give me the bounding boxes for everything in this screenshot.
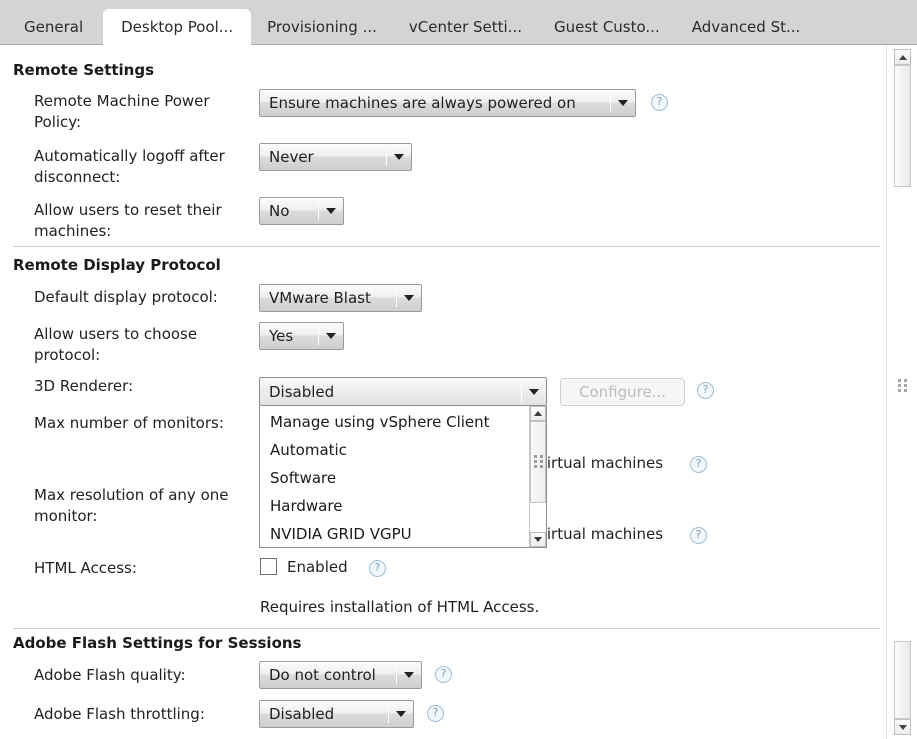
label-default-display-protocol: Default display protocol: [34,288,218,306]
combo-default-display-protocol[interactable]: VMware Blast [259,284,422,312]
checkbox-html-access-enabled[interactable] [260,558,277,575]
tab-bar: General Desktop Pool... Provisioning ...… [0,0,917,46]
tab-list: General Desktop Pool... Provisioning ...… [0,0,817,46]
combo-3d-renderer-value: Disabled [269,382,335,401]
tab-provisioning-settings-label: Provisioning ... [267,18,377,36]
label-3d-renderer: 3D Renderer: [34,377,134,395]
text-max-resolution-suffix: virtual machines [538,525,664,543]
combo-adobe-flash-throttling-value: Disabled [269,705,335,723]
scroll-down-arrow-icon[interactable] [530,532,546,547]
label-allow-users-to-choose-protocol: Allow users to choose protocol: [34,325,198,364]
section-title-remote-settings: Remote Settings [13,61,155,79]
label-html-access-enabled: Enabled [287,558,348,576]
text-max-monitors-suffix: virtual machines [538,454,664,472]
combo-3d-renderer[interactable]: Disabled [259,377,547,406]
label-max-resolution-of-any-one-monitor: Max resolution of any one monitor: [34,486,229,525]
main-vertical-scrollbar[interactable] [886,45,917,739]
help-icon-html-access[interactable]: ? [369,560,386,577]
section-title-remote-display-protocol: Remote Display Protocol [13,256,221,274]
combo-remote-machine-power-policy[interactable]: Ensure machines are always powered on [259,89,636,117]
tab-general-label: General [24,18,84,36]
scroll-up-arrow-icon[interactable] [530,406,546,421]
combo-allow-users-to-choose-protocol[interactable]: Yes [259,322,344,350]
chevron-down-icon[interactable] [522,378,546,405]
help-icon-max-resolution[interactable]: ? [690,527,707,544]
main-scroll-thumb[interactable] [894,65,911,187]
scroll-down-arrow-icon[interactable] [894,719,911,735]
tab-desktop-pool-settings-label: Desktop Pool... [121,18,234,36]
combo-remote-machine-power-policy-value: Ensure machines are always powered on [269,94,576,112]
dropdown-option-automatic[interactable]: Automatic [260,436,529,464]
dropdown-options: Manage using vSphere Client Automatic So… [260,406,529,547]
help-icon-adobe-flash-throttling[interactable]: ? [427,705,444,722]
tab-advanced-storage-label: Advanced St... [691,18,801,36]
splitter-grip-icon-inner[interactable] [534,455,543,471]
chevron-down-icon[interactable] [397,662,421,688]
chevron-down-icon[interactable] [611,90,635,116]
help-icon-power-policy[interactable]: ? [651,94,668,111]
dropdown-option-nvidia-grid-vgpu[interactable]: NVIDIA GRID VGPU [260,520,529,548]
label-max-number-of-monitors: Max number of monitors: [34,414,224,432]
label-automatically-logoff-after-disconnect: Automatically logoff after disconnect: [34,147,225,186]
section-divider-1 [13,246,880,247]
chevron-down-icon[interactable] [387,144,411,170]
chevron-down-icon[interactable] [319,323,343,349]
text-html-access-note: Requires installation of HTML Access. [260,598,540,616]
help-icon-max-monitors[interactable]: ? [690,456,707,473]
dropdown-scrollbar[interactable] [529,406,546,547]
combo-default-display-protocol-value: VMware Blast [269,289,371,307]
combo-automatically-logoff[interactable]: Never [259,143,412,171]
label-adobe-flash-throttling: Adobe Flash throttling: [34,705,205,723]
main-scroll-thumb-lower[interactable] [894,641,911,719]
label-allow-users-to-reset-machines: Allow users to reset their machines: [34,201,222,240]
tab-vcenter-settings-label: vCenter Setti... [408,18,522,36]
combo-adobe-flash-quality[interactable]: Do not control [259,661,422,689]
tab-vcenter-settings[interactable]: vCenter Setti... [393,10,538,45]
dropdown-list-3d-renderer[interactable]: Manage using vSphere Client Automatic So… [259,406,547,548]
tab-guest-customization-label: Guest Custo... [554,18,660,36]
combo-adobe-flash-quality-value: Do not control [269,666,376,684]
dropdown-option-hardware[interactable]: Hardware [260,492,529,520]
section-title-adobe-flash-settings: Adobe Flash Settings for Sessions [13,634,302,652]
label-remote-machine-power-policy: Remote Machine Power Policy: [34,92,210,131]
tab-desktop-pool-settings[interactable]: Desktop Pool... [103,10,252,46]
combo-adobe-flash-throttling[interactable]: Disabled [259,700,414,728]
section-divider-2 [13,628,880,629]
chevron-down-icon[interactable] [319,198,343,224]
combo-automatically-logoff-value: Never [269,148,314,166]
scroll-up-arrow-icon[interactable] [894,49,911,65]
help-icon-3d-renderer[interactable]: ? [697,382,714,399]
label-adobe-flash-quality: Adobe Flash quality: [34,666,186,684]
chevron-down-icon[interactable] [397,285,421,311]
vmware-view-pool-settings-window: General Desktop Pool... Provisioning ...… [0,0,917,739]
combo-allow-users-to-reset[interactable]: No [259,197,344,225]
settings-pane: Remote Settings Remote Machine Power Pol… [0,45,886,739]
chevron-down-icon[interactable] [389,701,413,727]
tab-guest-customization[interactable]: Guest Custo... [538,10,676,45]
dropdown-option-manage-using-vsphere-client[interactable]: Manage using vSphere Client [260,408,529,436]
dropdown-scroll-track[interactable] [530,421,546,532]
dropdown-option-software[interactable]: Software [260,464,529,492]
help-icon-adobe-flash-quality[interactable]: ? [435,666,452,683]
tab-advanced-storage[interactable]: Advanced St... [676,10,817,45]
configure-button[interactable]: Configure... [560,378,685,406]
combo-allow-users-to-choose-protocol-value: Yes [269,327,294,345]
combo-allow-users-to-reset-value: No [269,202,290,220]
tab-provisioning-settings[interactable]: Provisioning ... [251,10,393,45]
label-html-access: HTML Access: [34,559,137,577]
splitter-grip-icon[interactable] [898,379,907,395]
tab-general[interactable]: General [0,10,103,45]
